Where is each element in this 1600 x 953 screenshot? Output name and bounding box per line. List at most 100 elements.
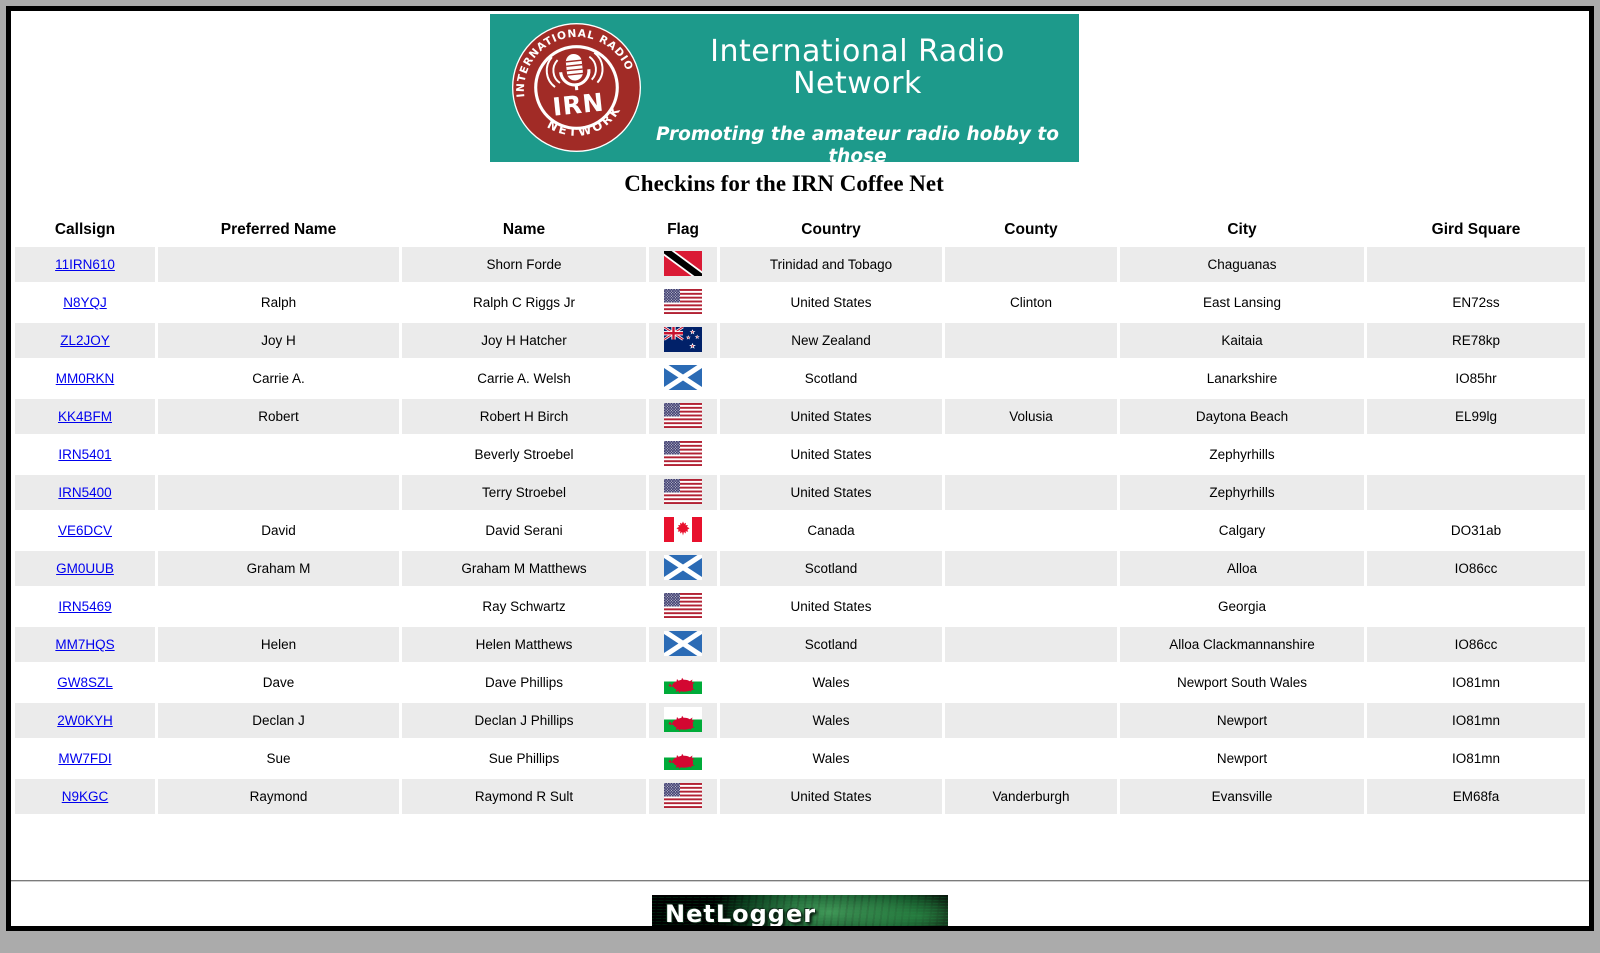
cell-preferred_name [158,589,399,624]
cell-preferred_name: Sue [158,741,399,776]
table-row: 11IRN610Shorn FordeTrinidad and TobagoCh… [15,247,1585,282]
irn-logo-icon: INTERNATIONAL RADIO NETWORK [510,21,643,154]
cell-callsign: MM0RKN [15,361,155,396]
table-row: ZL2JOY Joy HJoy H Hatcher New Zealand Kaita… [15,323,1585,358]
callsign-link[interactable]: MM0RKN [56,371,115,386]
cell-flag [649,779,717,814]
united-states-flag-icon [664,783,702,808]
cell-callsign: IRN5401 [15,437,155,472]
cell-callsign: KK4BFM [15,399,155,434]
cell-county [945,627,1117,662]
cell-preferred_name: David [158,513,399,548]
cell-county [945,703,1117,738]
table-row: VE6DCVDavidDavid SeraniCanadaCalgaryDO31… [15,513,1585,548]
cell-name: Joy H Hatcher [402,323,646,358]
cell-county: Volusia [945,399,1117,434]
cell-country: New Zealand [720,323,942,358]
callsign-link[interactable]: IRN5400 [58,485,111,500]
cell-country: United States [720,475,942,510]
netlogger-logo: NetLogger [652,895,948,931]
cell-gird_square: IO81mn [1367,741,1585,776]
cell-name: Declan J Phillips [402,703,646,738]
cell-country: Wales [720,741,942,776]
cell-callsign: IRN5400 [15,475,155,510]
callsign-link[interactable]: 2W0KYH [57,713,113,728]
cell-country: United States [720,779,942,814]
cell-name: Sue Phillips [402,741,646,776]
cell-flag [649,437,717,472]
callsign-link[interactable]: VE6DCV [58,523,112,538]
cell-name: Robert H Birch [402,399,646,434]
cell-callsign: VE6DCV [15,513,155,548]
cell-gird_square: IO86cc [1367,627,1585,662]
cell-name: Terry Stroebel [402,475,646,510]
callsign-link[interactable]: GW8SZL [57,675,113,690]
callsign-link[interactable]: IRN5469 [58,599,111,614]
cell-county [945,475,1117,510]
irn-banner: INTERNATIONAL RADIO NETWORK [490,14,1079,162]
cell-name: Raymond R Sult [402,779,646,814]
cell-city: Kaitaia [1120,323,1364,358]
scotland-flag-icon [664,365,702,390]
cell-callsign: N9KGC [15,779,155,814]
callsign-link[interactable]: N9KGC [62,789,109,804]
cell-callsign: N8YQJ [15,285,155,320]
cell-city: Newport [1120,741,1364,776]
callsign-link[interactable]: MW7FDI [58,751,111,766]
page: INTERNATIONAL RADIO NETWORK [6,6,1594,931]
cell-preferred_name: Joy H [158,323,399,358]
cell-county [945,323,1117,358]
callsign-link[interactable]: MM7HQS [55,637,114,652]
checkins-table: Callsign Preferred Name Name Flag Countr… [12,209,1588,817]
cell-callsign: MW7FDI [15,741,155,776]
cell-gird_square: EM68fa [1367,779,1585,814]
footer-divider [11,880,1589,882]
cell-city: Newport South Wales [1120,665,1364,700]
canada-flag-icon [664,517,702,542]
cell-country: Scotland [720,627,942,662]
table-row: GM0UUBGraham MGraham M MatthewsScotlandA… [15,551,1585,586]
cell-city: Evansville [1120,779,1364,814]
callsign-link[interactable]: N8YQJ [63,295,107,310]
banner-subtitle-line1: Promoting the amateur radio hobby to tho… [656,124,1059,167]
cell-gird_square [1367,589,1585,624]
scotland-flag-icon [664,631,702,656]
callsign-link[interactable]: KK4BFM [58,409,112,424]
table-row: GW8SZLDaveDave PhillipsWalesNewport Sout… [15,665,1585,700]
cell-flag [649,361,717,396]
cell-name: Carrie A. Welsh [402,361,646,396]
callsign-link[interactable]: ZL2JOY [60,333,110,348]
cell-county [945,665,1117,700]
cell-country: Scotland [720,551,942,586]
table-header-row: Callsign Preferred Name Name Flag Countr… [15,212,1585,244]
col-header-country: Country [720,212,942,244]
cell-gird_square: IO81mn [1367,703,1585,738]
cell-city: Zephyrhills [1120,437,1364,472]
callsign-link[interactable]: IRN5401 [58,447,111,462]
table-row: IRN5400Terry StroebelUnited StatesZephyr… [15,475,1585,510]
cell-preferred_name [158,475,399,510]
cell-county [945,361,1117,396]
cell-city: Alloa [1120,551,1364,586]
cell-flag [649,703,717,738]
cell-country: Wales [720,703,942,738]
new-zealand-flag-icon [664,327,702,352]
table-row: N8YQJRalphRalph C Riggs JrUnited StatesC… [15,285,1585,320]
col-header-callsign: Callsign [15,212,155,244]
united-states-flag-icon [664,479,702,504]
cell-preferred_name: Ralph [158,285,399,320]
cell-preferred_name: Helen [158,627,399,662]
callsign-link[interactable]: GM0UUB [56,561,114,576]
cell-gird_square: EL99lg [1367,399,1585,434]
cell-country: Wales [720,665,942,700]
cell-callsign: MM7HQS [15,627,155,662]
scotland-flag-icon [664,555,702,580]
cell-country: Canada [720,513,942,548]
cell-preferred_name [158,247,399,282]
cell-callsign: 11IRN610 [15,247,155,282]
cell-flag [649,665,717,700]
table-row: IRN5469Ray SchwartzUnited StatesGeorgia [15,589,1585,624]
callsign-link[interactable]: 11IRN610 [55,257,115,272]
cell-gird_square: EN72ss [1367,285,1585,320]
checkins-table-body: 11IRN610Shorn FordeTrinidad and TobagoCh… [15,247,1585,814]
